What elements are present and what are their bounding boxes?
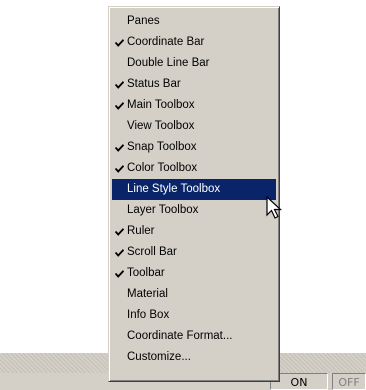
menu-item-double-line-bar[interactable]: Double Line Bar — [112, 53, 276, 74]
menu-item-label: Toolbar — [127, 267, 165, 279]
arrow-cursor-icon — [266, 196, 283, 219]
status-bar-grip-right — [270, 353, 366, 373]
menu-item-label: Scroll Bar — [127, 246, 177, 258]
context-menu: Panes Coordinate Bar Double Line Bar Status… — [108, 6, 280, 382]
menu-item-label: Status Bar — [127, 78, 181, 90]
status-off-indicator[interactable]: OFF — [332, 373, 366, 390]
menu-item-label: Layer Toolbox — [127, 204, 199, 216]
menu-item-label: Line Style Toolbox — [127, 183, 221, 195]
checkmark-icon — [115, 74, 125, 95]
menu-item-toolbar[interactable]: Toolbar — [112, 263, 276, 284]
menu-item-label: Coordinate Bar — [127, 36, 205, 48]
menu-item-panes[interactable]: Panes — [112, 11, 276, 32]
checkmark-icon — [115, 32, 125, 53]
menu-item-label: Customize... — [127, 351, 191, 363]
menu-item-label: Color Toolbox — [127, 162, 198, 174]
menu-item-label: Material — [127, 288, 168, 300]
menu-item-info-box[interactable]: Info Box — [112, 305, 276, 326]
menu-item-ruler[interactable]: Ruler — [112, 221, 276, 242]
checkmark-icon — [115, 242, 125, 263]
menu-item-layer-toolbox[interactable]: Layer Toolbox — [112, 200, 276, 221]
menu-item-label: Ruler — [127, 225, 155, 237]
menu-item-label: Info Box — [127, 309, 170, 321]
menu-item-customize[interactable]: Customize... — [112, 347, 276, 368]
menu-item-snap-toolbox[interactable]: Snap Toolbox — [112, 137, 276, 158]
checkmark-icon — [115, 263, 125, 284]
screen: ON OFF Panes Coordinate Bar Double Line Ba… — [0, 0, 366, 390]
menu-item-color-toolbox[interactable]: Color Toolbox — [112, 158, 276, 179]
menu-item-coordinate-format[interactable]: Coordinate Format... — [112, 326, 276, 347]
menu-item-status-bar[interactable]: Status Bar — [112, 74, 276, 95]
menu-item-label: Panes — [127, 15, 160, 27]
menu-item-view-toolbox[interactable]: View Toolbox — [112, 116, 276, 137]
menu-item-material[interactable]: Material — [112, 284, 276, 305]
checkmark-icon — [115, 158, 125, 179]
checkmark-icon — [115, 137, 125, 158]
menu-item-label: Double Line Bar — [127, 57, 210, 69]
menu-item-label: Snap Toolbox — [127, 141, 197, 153]
checkmark-icon — [115, 95, 125, 116]
status-bar-grip-left — [0, 353, 120, 373]
menu-item-label: Coordinate Format... — [127, 330, 233, 342]
menu-item-label: Main Toolbox — [127, 99, 195, 111]
checkmark-icon — [115, 221, 125, 242]
menu-item-coordinate-bar[interactable]: Coordinate Bar — [112, 32, 276, 53]
menu-item-line-style-toolbox[interactable]: Line Style Toolbox — [112, 179, 276, 200]
menu-item-main-toolbox[interactable]: Main Toolbox — [112, 95, 276, 116]
menu-item-label: View Toolbox — [127, 120, 195, 132]
menu-item-scroll-bar[interactable]: Scroll Bar — [112, 242, 276, 263]
